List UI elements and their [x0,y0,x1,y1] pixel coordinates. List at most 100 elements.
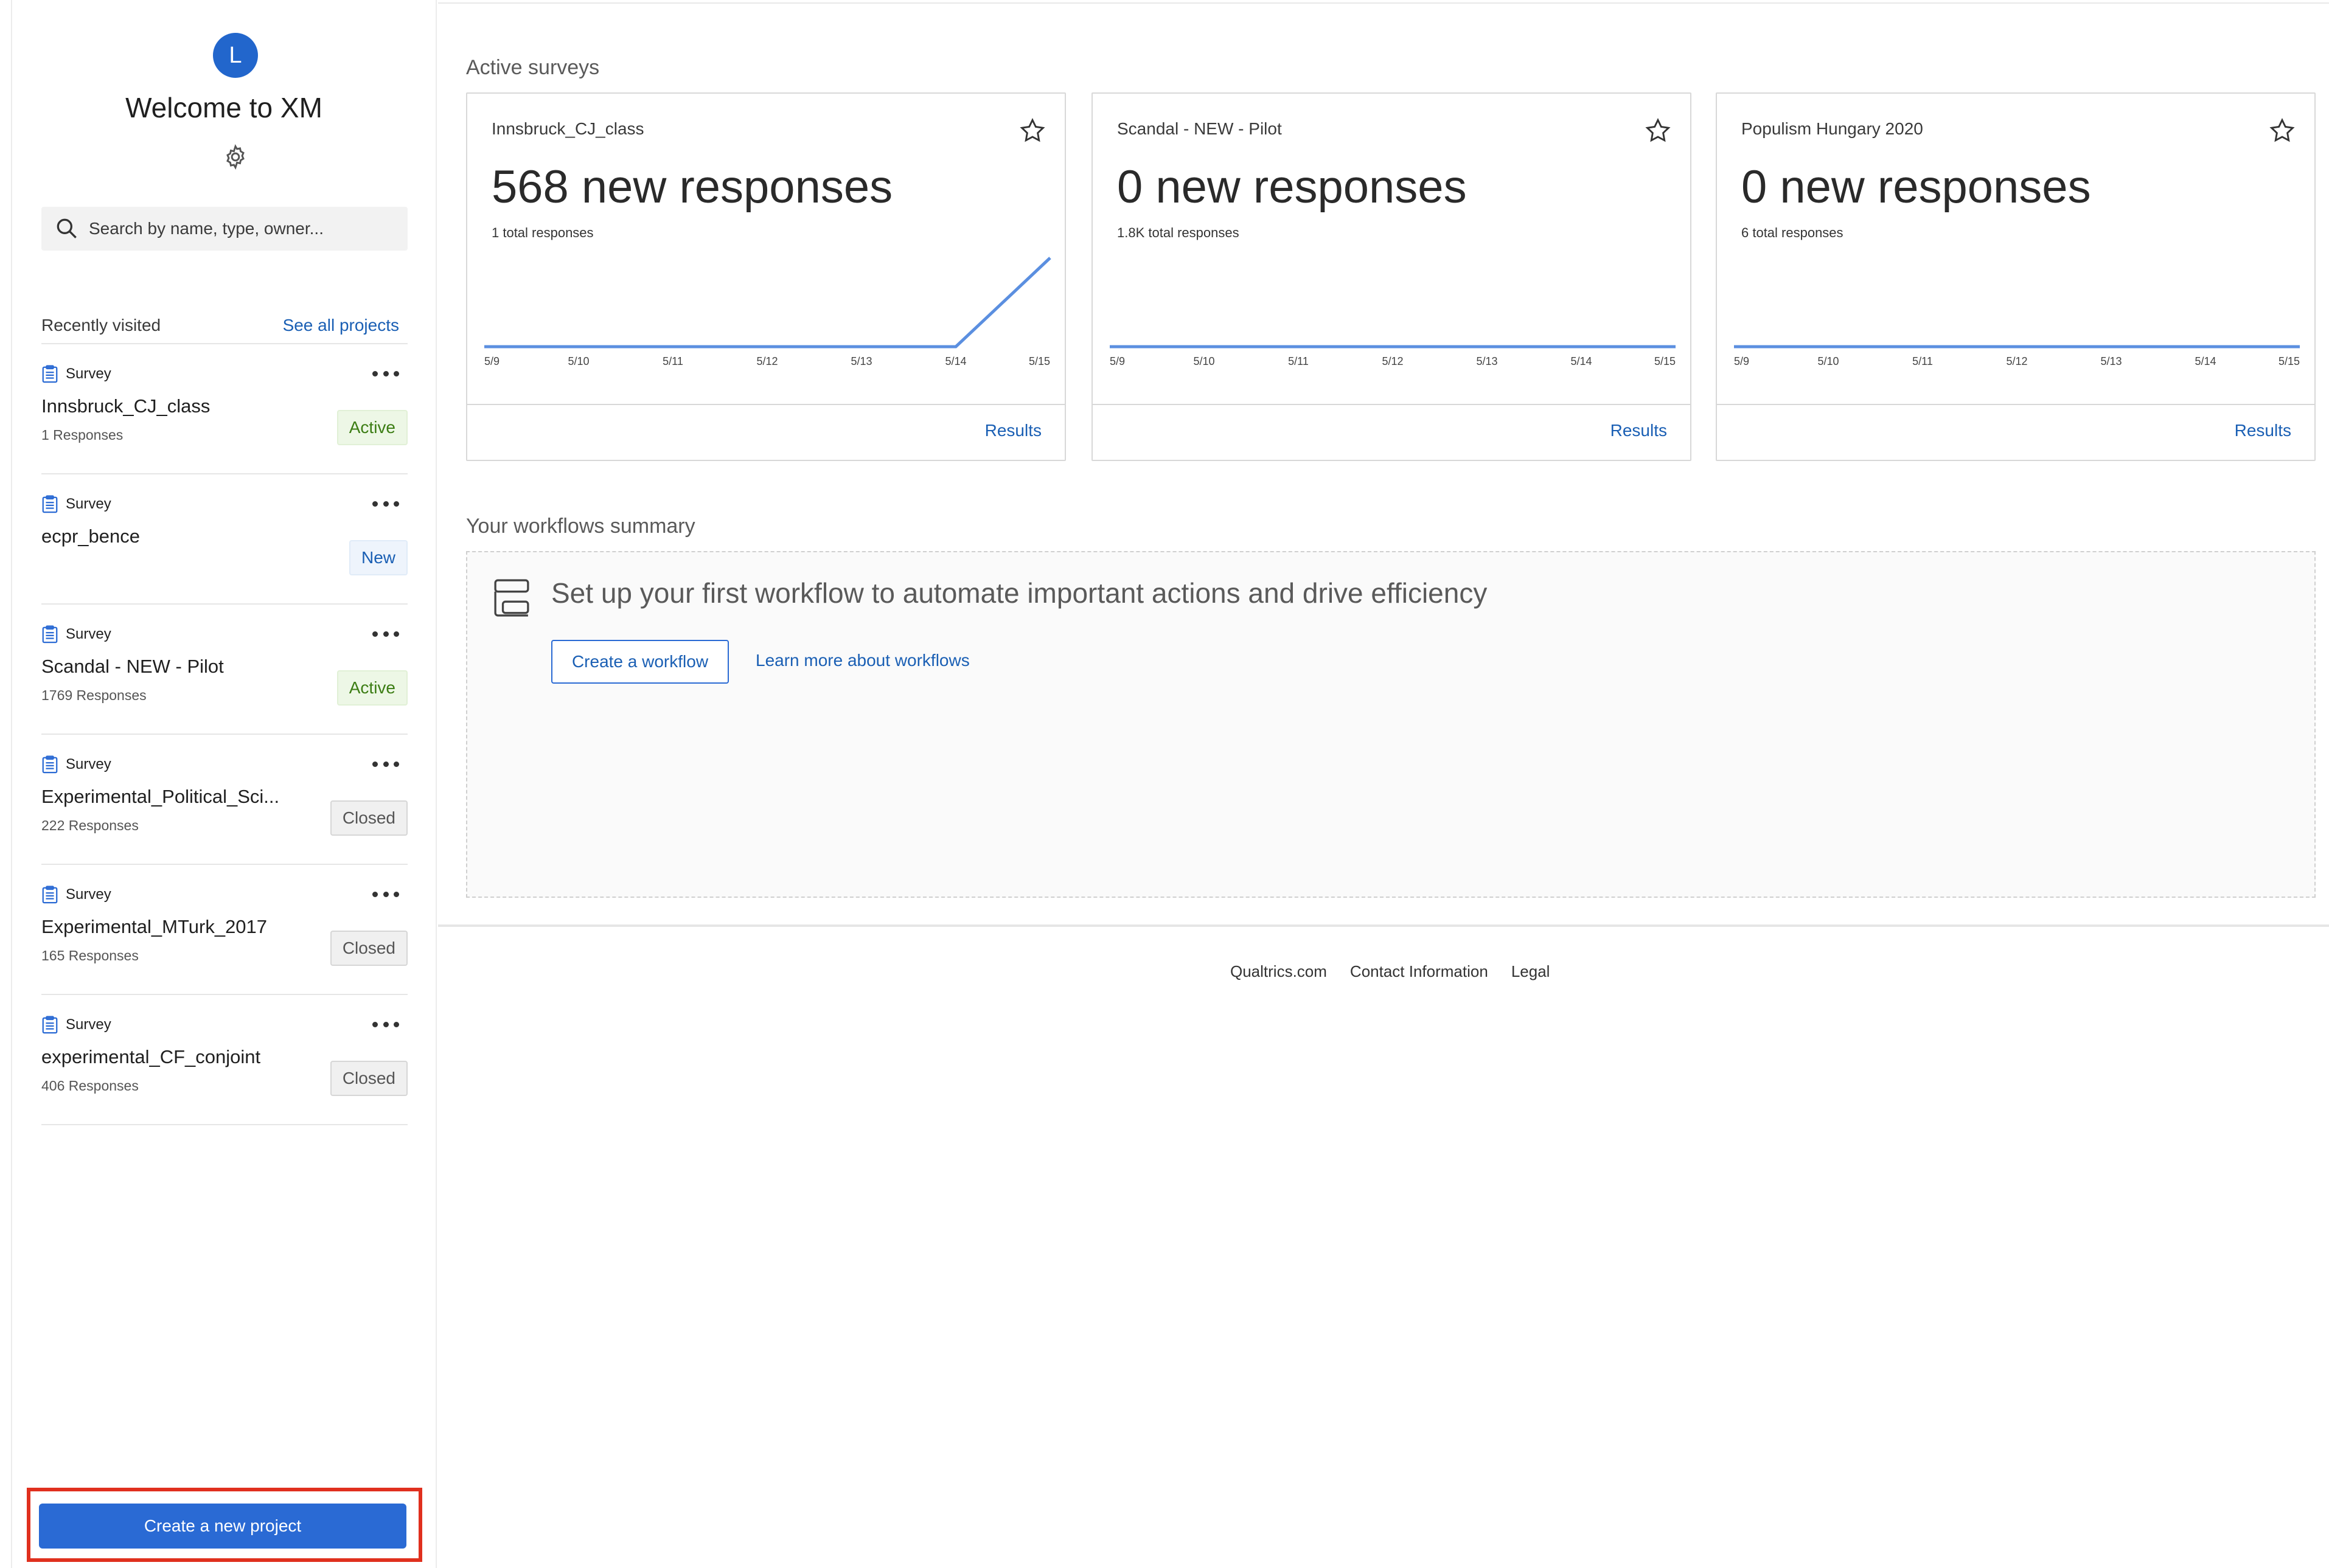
star-icon[interactable] [1018,117,1046,145]
project-list: Survey Innsbruck_CJ_class 1 Responses Ac… [41,344,408,1125]
active-surveys-title: Active surveys [466,56,600,79]
x-tick-label: 5/12 [1382,355,1403,367]
survey-card[interactable]: Innsbruck_CJ_class 568 new responses 1 t… [466,92,1066,461]
more-options-icon[interactable] [372,499,399,508]
survey-icon [42,755,58,774]
status-badge: New [349,540,408,575]
survey-icon [42,495,58,513]
project-responses: 1769 Responses [41,687,147,703]
project-type: Survey [41,886,111,904]
sidebar: L Welcome to XM Recently visited See all… [11,0,437,1568]
recent-header: Recently visited See all projects [41,308,408,344]
survey-card[interactable]: Populism Hungary 2020 0 new responses 6 … [1716,92,2316,461]
status-badge: Closed [330,1061,408,1096]
learn-more-workflows-link[interactable]: Learn more about workflows [756,651,970,670]
project-name[interactable]: experimental_CF_conjoint [41,1046,260,1068]
star-icon[interactable] [2268,117,2296,145]
status-badge: Active [336,410,408,445]
project-name[interactable]: Innsbruck_CJ_class [41,395,210,417]
project-name[interactable]: Experimental_MTurk_2017 [41,916,267,938]
x-tick-label: 5/10 [568,355,589,367]
results-link[interactable]: Results [985,421,1042,440]
welcome-heading: Welcome to XM [125,92,322,123]
project-name[interactable]: ecpr_bence [41,526,140,547]
status-badge: Closed [330,800,408,836]
more-options-icon[interactable] [372,629,399,639]
responses-sparkline: 5/9 5/10 5/11 5/12 5/13 5/14 5/15 [1110,345,1676,367]
new-responses-count: 568 new responses [492,161,893,213]
status-badge: Closed [330,931,408,966]
footer-links: Qualtrics.com Contact Information Legal [1230,962,1550,981]
search-bar[interactable] [41,207,408,251]
x-tick-label: 5/13 [2100,355,2122,367]
workflow-empty-state: Set up your first workflow to automate i… [466,551,2316,898]
footer-link-legal[interactable]: Legal [1511,962,1550,981]
create-workflow-button[interactable]: Create a workflow [551,640,729,684]
more-options-icon[interactable] [372,1019,399,1029]
x-tick-label: 5/12 [2006,355,2027,367]
x-tick-label: 5/10 [1193,355,1214,367]
x-tick-label: 5/11 [1912,355,1933,367]
card-footer: Results [1717,404,2314,460]
project-type-label: Survey [66,366,111,382]
x-tick-label: 5/11 [1288,355,1309,367]
project-type: Survey [41,625,111,644]
search-icon [57,218,77,238]
x-tick-label: 5/13 [851,355,872,367]
footer-divider [438,924,2329,927]
total-responses: 1 total responses [492,225,594,240]
results-link[interactable]: Results [1610,421,1667,440]
project-responses: 165 Responses [41,948,139,963]
recent-title: Recently visited [41,316,161,335]
x-tick-label: 5/9 [484,355,500,367]
x-tick-label: 5/15 [1654,355,1676,367]
project-type-label: Survey [66,756,111,772]
project-type: Survey [41,755,111,774]
survey-icon [42,1016,58,1034]
x-tick-label: 5/10 [1817,355,1839,367]
new-responses-count: 0 new responses [1117,161,1467,213]
project-item[interactable]: Survey Scandal - NEW - Pilot 1769 Respon… [41,605,408,735]
project-name[interactable]: Scandal - NEW - Pilot [41,656,224,678]
card-survey-name[interactable]: Populism Hungary 2020 [1741,119,1923,139]
survey-icon [42,365,58,383]
more-options-icon[interactable] [372,759,399,769]
more-options-icon[interactable] [372,369,399,378]
workflow-icon [494,579,529,617]
responses-sparkline: 5/9 5/10 5/11 5/12 5/13 5/14 5/15 [1734,345,2300,367]
card-survey-name[interactable]: Scandal - NEW - Pilot [1117,119,1282,139]
top-divider [438,2,2329,4]
gear-icon[interactable] [222,144,249,170]
project-responses: 406 Responses [41,1078,139,1094]
footer-link-qualtrics[interactable]: Qualtrics.com [1230,962,1327,981]
results-link[interactable]: Results [2235,421,2291,440]
project-type-label: Survey [66,626,111,642]
search-input[interactable] [89,219,393,238]
project-item[interactable]: Survey Innsbruck_CJ_class 1 Responses Ac… [41,344,408,474]
project-type: Survey [41,495,111,513]
card-footer: Results [1093,404,1690,460]
create-new-project-button[interactable]: Create a new project [39,1504,406,1549]
project-type: Survey [41,1016,111,1034]
avatar[interactable]: L [213,33,258,78]
see-all-projects-link[interactable]: See all projects [283,316,408,335]
workflows-title: Your workflows summary [466,515,695,538]
x-tick-label: 5/15 [1029,355,1050,367]
project-item[interactable]: Survey experimental_CF_conjoint 406 Resp… [41,995,408,1125]
star-icon[interactable] [1644,117,1672,145]
survey-icon [42,886,58,904]
project-item[interactable]: Survey Experimental_MTurk_2017 165 Respo… [41,865,408,995]
project-responses: 1 Responses [41,427,124,443]
survey-card[interactable]: Scandal - NEW - Pilot 0 new responses 1.… [1091,92,1691,461]
more-options-icon[interactable] [372,889,399,899]
project-name[interactable]: Experimental_Political_Sci... [41,786,279,808]
footer-link-contact[interactable]: Contact Information [1350,962,1488,981]
total-responses: 6 total responses [1741,225,1843,240]
survey-icon [42,625,58,644]
project-item[interactable]: Survey ecpr_bence New [41,474,408,605]
project-item[interactable]: Survey Experimental_Political_Sci... 222… [41,735,408,865]
status-badge: Active [336,670,408,706]
project-type: Survey [41,365,111,383]
card-footer: Results [467,404,1065,460]
card-survey-name[interactable]: Innsbruck_CJ_class [492,119,644,139]
